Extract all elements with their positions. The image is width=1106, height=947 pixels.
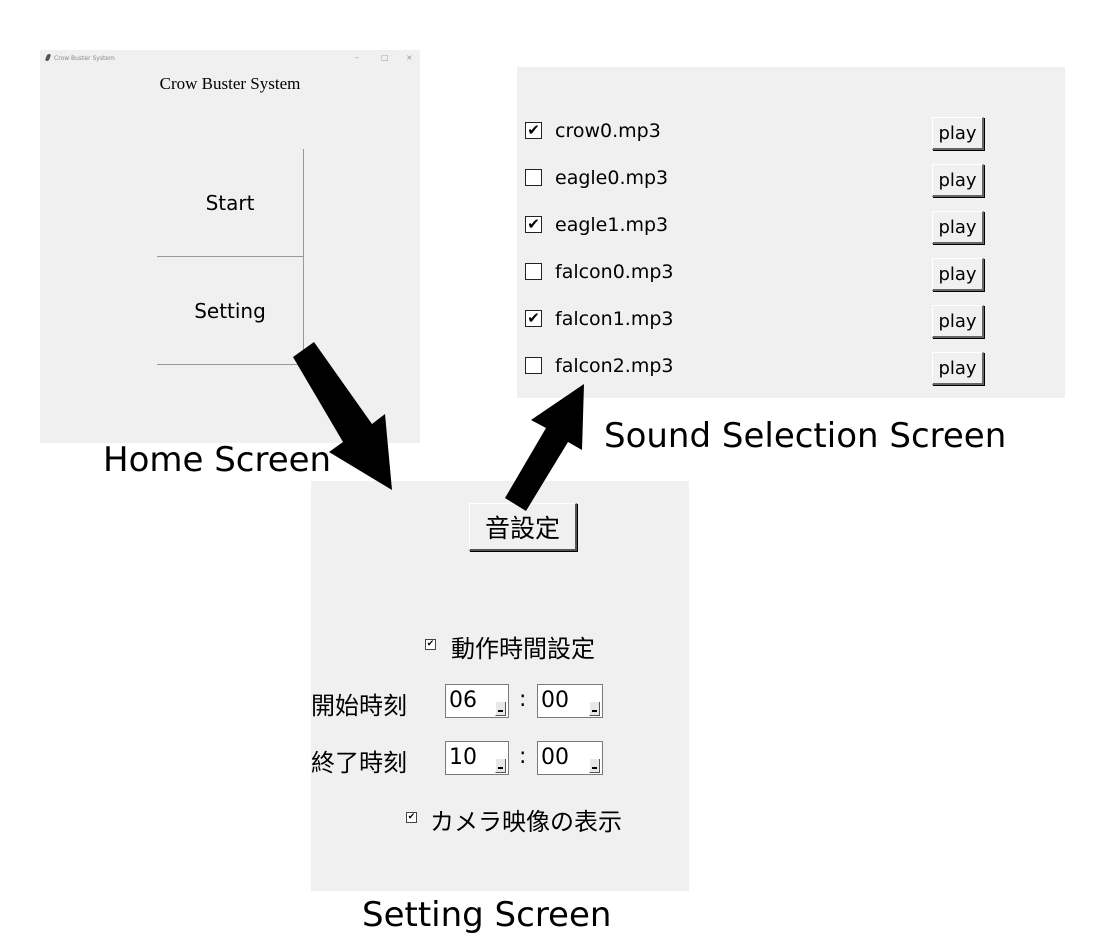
setting-to-sound-arrow	[505, 384, 584, 511]
home-to-setting-arrow	[293, 342, 392, 490]
flow-arrows	[293, 342, 584, 511]
